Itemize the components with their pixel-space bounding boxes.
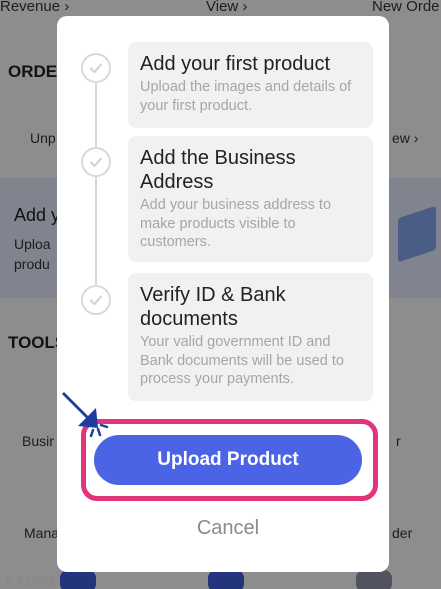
step-title: Add your first product bbox=[140, 53, 331, 75]
cancel-button[interactable]: Cancel bbox=[180, 515, 276, 541]
step-title: Add the Business Address bbox=[140, 147, 296, 193]
steps-timeline-line bbox=[95, 68, 97, 300]
pointer-arrow-icon bbox=[62, 392, 109, 438]
step-title: Verify ID & Bank documents bbox=[140, 284, 286, 330]
step-card-business-address[interactable]: Add the Business Address Add your busine… bbox=[128, 136, 373, 262]
check-circle-icon bbox=[81, 285, 111, 315]
step-description: Add your business address to make produc… bbox=[140, 197, 332, 250]
check-circle-icon bbox=[81, 147, 111, 177]
step-description: Your valid government ID and Bank docume… bbox=[140, 334, 344, 387]
step-card-first-product[interactable]: Add your first product Upload the images… bbox=[128, 42, 373, 128]
upload-product-button[interactable]: Upload Product bbox=[94, 435, 362, 485]
step-card-verify-documents[interactable]: Verify ID & Bank documents Your valid go… bbox=[128, 273, 373, 401]
check-circle-icon bbox=[81, 53, 111, 83]
step-description: Upload the images and details of your fi… bbox=[140, 79, 352, 114]
